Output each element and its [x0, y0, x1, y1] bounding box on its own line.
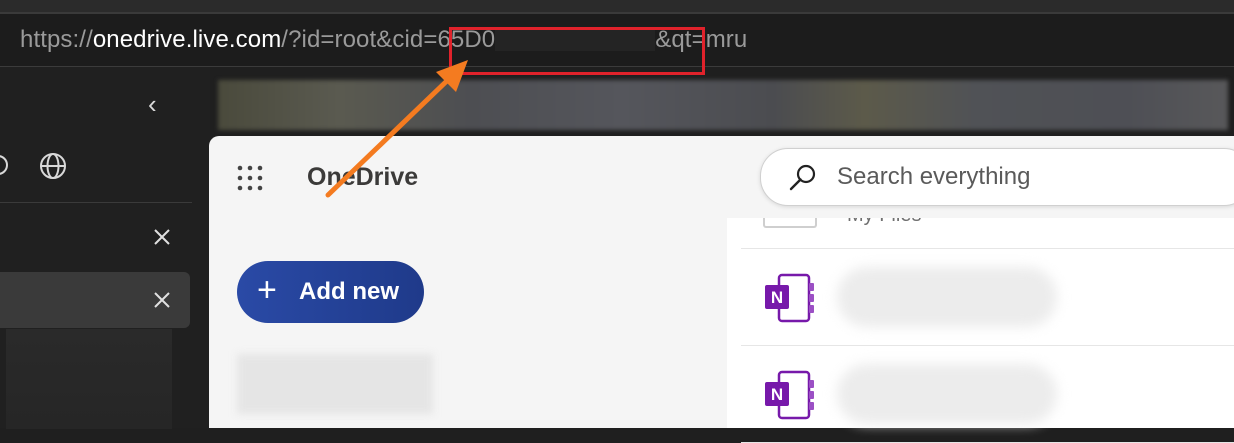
sidebar-tab-active[interactable]	[0, 272, 190, 328]
onenote-icon: N	[765, 370, 814, 420]
blurred-sidebar-content	[6, 329, 172, 429]
url-domain: onedrive.live.com	[92, 26, 282, 53]
browser-sidebar: ‹	[0, 67, 210, 429]
app-launcher-icon[interactable]	[235, 163, 265, 193]
cid-highlight-box	[449, 27, 705, 75]
browser-top-strip	[0, 0, 1234, 12]
folder-icon	[763, 218, 817, 228]
file-list: My Files N N	[727, 218, 1234, 443]
partial-circle-icon[interactable]	[0, 153, 10, 177]
address-bar[interactable]: https://onedrive.live.com/?id=root&cid=6…	[0, 14, 1234, 75]
brand-title[interactable]: OneDrive	[307, 163, 418, 192]
chevron-left-icon[interactable]: ‹	[148, 89, 172, 119]
search-placeholder: Search everything	[837, 163, 1031, 190]
add-new-label: Add new	[299, 278, 399, 305]
plus-icon: +	[257, 271, 277, 309]
blurred-banner	[218, 80, 1228, 130]
list-item[interactable]: N	[741, 249, 1234, 346]
blurred-file-name	[837, 267, 1057, 327]
close-icon[interactable]	[150, 288, 174, 312]
list-item[interactable]: N	[741, 346, 1234, 443]
url-prefix: https://	[20, 26, 93, 53]
close-icon[interactable]	[150, 225, 174, 249]
add-new-button[interactable]: + Add new	[237, 261, 424, 323]
list-item[interactable]: My Files	[741, 218, 1234, 249]
onenote-letter: N	[771, 385, 783, 404]
globe-icon[interactable]	[38, 151, 68, 181]
search-box[interactable]: Search everything	[760, 148, 1234, 206]
onenote-letter: N	[771, 288, 783, 307]
blurred-file-name	[837, 364, 1057, 424]
search-icon	[789, 164, 816, 191]
onenote-icon: N	[765, 273, 814, 323]
list-item-label: My Files	[847, 218, 921, 227]
sidebar-divider	[0, 202, 192, 203]
blurred-nav-item[interactable]	[237, 354, 433, 414]
onedrive-panel: OneDrive Search everything + Add new My …	[209, 136, 1234, 443]
